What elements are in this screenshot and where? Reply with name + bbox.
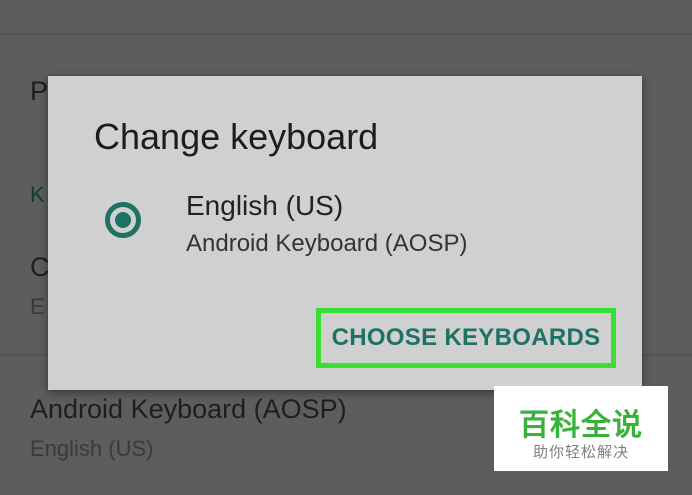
keyboard-item-title: Android Keyboard (AOSP) bbox=[30, 394, 347, 424]
background-section-header: K bbox=[30, 182, 45, 207]
watermark-sub-text: 助你轻松解决 bbox=[532, 444, 629, 461]
radio-selected-icon[interactable] bbox=[105, 202, 141, 238]
watermark-main-text: 百科全说 bbox=[519, 409, 643, 442]
option-title: English (US) bbox=[186, 190, 344, 221]
radio-dot-icon bbox=[115, 212, 131, 228]
option-subtitle: Android Keyboard (AOSP) bbox=[186, 230, 468, 257]
change-keyboard-dialog: Change keyboard English (US) Android Key… bbox=[48, 76, 642, 390]
top-divider bbox=[0, 33, 692, 35]
background-item-c[interactable]: C bbox=[30, 252, 48, 283]
keyboard-item-subtitle: English (US) bbox=[30, 436, 154, 461]
choose-keyboards-button[interactable]: CHOOSE KEYBOARDS bbox=[316, 308, 616, 368]
keyboard-option-english-us[interactable]: English (US) Android Keyboard (AOSP) bbox=[48, 184, 642, 274]
background-item-p[interactable]: P bbox=[30, 76, 48, 107]
watermark-logo: 百科全说 助你轻松解决 bbox=[494, 386, 668, 471]
dialog-title: Change keyboard bbox=[94, 116, 379, 157]
background-item-c-subtitle: E bbox=[30, 294, 45, 319]
